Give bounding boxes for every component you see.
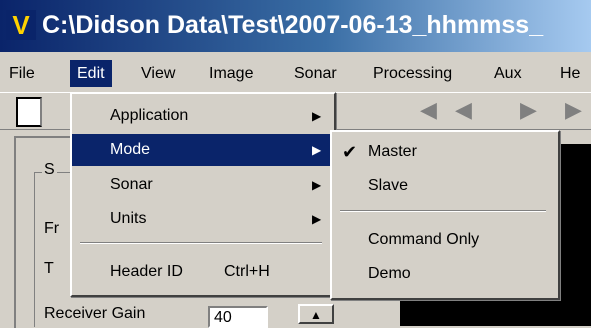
checkmark-icon: ✔	[342, 142, 358, 162]
menu-item-sonar[interactable]: Sonar ▶	[72, 169, 330, 201]
menu-item-slave[interactable]: Slave	[332, 170, 554, 202]
menu-edit[interactable]: Edit	[70, 60, 112, 87]
menu-sonar[interactable]: Sonar	[287, 60, 344, 87]
menu-bar: File Edit View Image Sonar Processing Au…	[0, 56, 591, 90]
menu-item-master[interactable]: ✔ Master	[332, 136, 554, 168]
menu-separator	[80, 242, 322, 244]
menu-item-command-only[interactable]: Command Only	[332, 224, 554, 256]
edit-menu: Application ▶ Mode ▶ Sonar ▶ Units ▶ Hea…	[70, 92, 336, 297]
menu-help[interactable]: He	[553, 60, 587, 87]
menu-separator	[340, 210, 546, 212]
window-title: C:\Didson Data\Test\2007-06-13_hhmmss_	[42, 11, 544, 39]
menu-item-header-id[interactable]: Header ID Ctrl+H	[72, 256, 330, 288]
menu-item-units[interactable]: Units ▶	[72, 203, 330, 235]
title-bar: V C:\Didson Data\Test\2007-06-13_hhmmss_	[0, 0, 591, 52]
menu-item-label: Units	[110, 210, 147, 227]
mode-submenu: ✔ Master Slave Command Only Demo	[330, 130, 560, 300]
menu-aux[interactable]: Aux	[487, 60, 529, 87]
field-label: Fr	[44, 220, 60, 237]
receiver-gain-spin-up[interactable]: ▲	[298, 304, 334, 324]
menu-image[interactable]: Image	[202, 60, 260, 87]
menu-processing[interactable]: Processing	[366, 60, 459, 87]
menu-item-label: Mode	[110, 141, 151, 158]
menu-item-label: Application	[110, 107, 189, 124]
menu-file[interactable]: File	[2, 60, 42, 87]
menu-item-label: Slave	[368, 177, 409, 194]
menu-item-label: Sonar	[110, 176, 153, 193]
group-caption: S	[42, 161, 57, 179]
menu-item-application[interactable]: Application ▶	[72, 100, 330, 132]
menu-item-demo[interactable]: Demo	[332, 258, 554, 290]
submenu-arrow-icon: ▶	[312, 212, 322, 226]
menu-item-mode[interactable]: Mode ▶	[72, 134, 330, 166]
rewind-start-icon[interactable]: ◀	[420, 97, 437, 123]
menu-view[interactable]: View	[134, 60, 182, 87]
next-frame-icon[interactable]: ▶	[565, 97, 582, 123]
menu-item-label: Header ID	[110, 263, 183, 280]
menu-item-label: Command Only	[368, 231, 480, 248]
play-icon[interactable]: ▶	[520, 97, 537, 123]
field-label: T	[44, 260, 54, 277]
menu-item-label: Demo	[368, 265, 411, 282]
menu-item-shortcut: Ctrl+H	[224, 263, 270, 280]
new-file-button[interactable]	[16, 97, 42, 127]
receiver-gain-input[interactable]: 40	[208, 306, 268, 328]
submenu-arrow-icon: ▶	[312, 109, 322, 123]
play-back-icon[interactable]: ◀	[455, 97, 472, 123]
submenu-arrow-icon: ▶	[312, 143, 322, 157]
app-logo-icon: V	[6, 10, 36, 40]
receiver-gain-label: Receiver Gain	[44, 305, 146, 322]
menu-item-label: Master	[368, 143, 417, 160]
submenu-arrow-icon: ▶	[312, 178, 322, 192]
